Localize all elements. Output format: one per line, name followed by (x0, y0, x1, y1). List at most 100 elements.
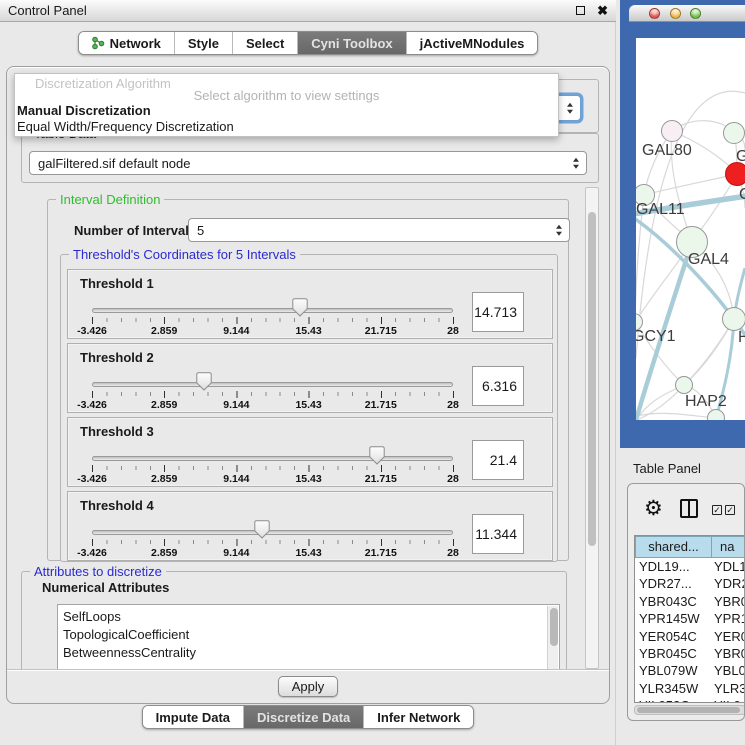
table-cell[interactable]: YDR2 (712, 575, 745, 592)
close-icon[interactable]: ✖ (597, 6, 608, 15)
threshold-slider-track[interactable] (92, 308, 453, 313)
checkbox-icon[interactable]: ✓ (712, 505, 722, 515)
tab-cyni-toolbox[interactable]: Cyni Toolbox (298, 32, 406, 54)
table-row[interactable]: YBR045CYBR0 (635, 645, 745, 662)
network-view[interactable]: GAL80G.CGAL11GAL4GCY1HHAP2 (636, 38, 745, 420)
settings-scrollbar-thumb[interactable] (588, 212, 596, 546)
tab-impute-data[interactable]: Impute Data (143, 706, 244, 728)
attribute-item-betweennesscentrality[interactable]: BetweennessCentrality (58, 644, 559, 662)
table-cell[interactable]: YER054C (635, 628, 712, 645)
table-row[interactable]: YDL19...YDL1 (635, 558, 745, 575)
node-table[interactable]: shared... na YDL19...YDL1YDR27...YDR2YBR… (634, 535, 745, 703)
table-row[interactable]: YER054CYER0 (635, 628, 745, 645)
numerical-attributes-label: Numerical Attributes (42, 580, 169, 595)
column-header[interactable]: shared... (635, 536, 712, 558)
tab-infer-network[interactable]: Infer Network (364, 706, 473, 728)
table-hscrollbar[interactable] (634, 705, 745, 715)
interval-group-title: Interval Definition (56, 192, 164, 207)
scale-tick-label: 15.43 (295, 473, 321, 485)
table-cell[interactable]: YPR1 (712, 610, 745, 627)
network-node-gal80[interactable] (661, 120, 683, 142)
table-cell[interactable]: YLR3 (712, 680, 745, 697)
network-node-g[interactable] (723, 122, 745, 144)
table-cell[interactable]: YDL1 (712, 558, 745, 575)
table-hscrollbar-thumb[interactable] (637, 707, 740, 713)
float-icon[interactable] (576, 6, 585, 15)
threshold-slider-handle[interactable] (196, 372, 212, 391)
node-label: GAL80 (642, 142, 692, 160)
scale-tick-label: -3.426 (77, 547, 107, 559)
table-cell[interactable]: YDR27... (635, 575, 712, 592)
column-header[interactable]: na (712, 536, 745, 558)
tab-discretize-data[interactable]: Discretize Data (244, 706, 364, 728)
control-panel-titlebar: Control Panel ✖ (0, 0, 616, 22)
table-row[interactable]: YBL079WYBL0 (635, 662, 745, 679)
threshold-slider-handle[interactable] (254, 520, 270, 539)
attributes-group: Attributes to discretize Numerical Attri… (21, 571, 567, 669)
table-row[interactable]: YIL052CYIL0 (635, 697, 745, 703)
apply-button[interactable]: Apply (278, 676, 338, 697)
scale-tick-label: 2.859 (151, 399, 177, 411)
dropdown-option-equal-width-frequency-discretization[interactable]: Equal Width/Frequency Discretization (17, 119, 234, 134)
table-cell[interactable]: YER0 (712, 628, 745, 645)
threshold-slider-track[interactable] (92, 456, 453, 461)
threshold-slider-handle[interactable] (292, 298, 308, 317)
table-cell[interactable]: YBR0 (712, 645, 745, 662)
checkbox-pair-icon[interactable]: ✓ ✓ (712, 505, 735, 515)
attribute-item-selfloops[interactable]: SelfLoops (58, 608, 559, 626)
table-cell[interactable]: YBL0 (712, 662, 745, 679)
network-node[interactable] (707, 409, 725, 420)
checkbox-icon[interactable]: ✓ (725, 505, 735, 515)
table-cell[interactable]: YBL079W (635, 662, 712, 679)
num-intervals-combobox[interactable]: 5 (188, 218, 570, 242)
threshold-slider-track[interactable] (92, 530, 453, 535)
table-cell[interactable]: YIL0 (712, 697, 745, 703)
tab-style[interactable]: Style (175, 32, 233, 54)
scale-tick-label: 2.859 (151, 473, 177, 485)
scale-tick-label: 21.715 (365, 325, 397, 337)
close-light[interactable] (649, 8, 660, 19)
table-cell[interactable]: YBR0 (712, 593, 745, 610)
gear-icon[interactable]: ⚙ (644, 498, 663, 519)
threshold-row: Threshold 3 -3.4262.8599.14415.4321.7152… (67, 417, 553, 487)
table-cell[interactable]: YBR043C (635, 593, 712, 610)
tab-network[interactable]: Network (79, 32, 175, 54)
dropdown-placeholder-option[interactable]: Select algorithm to view settings (15, 88, 558, 103)
threshold-value-input[interactable]: 6.316 (472, 366, 524, 406)
threshold-value-input[interactable]: 11.344 (472, 514, 524, 554)
table-cell[interactable]: YDL19... (635, 558, 712, 575)
tab-jactivemnodules[interactable]: jActiveMNodules (407, 32, 538, 54)
table-cell[interactable]: YPR145W (635, 610, 712, 627)
tab-select[interactable]: Select (233, 32, 298, 54)
table-row[interactable]: YLR345WYLR3 (635, 680, 745, 697)
network-node-hap2[interactable] (675, 376, 693, 394)
columns-icon[interactable] (680, 499, 698, 518)
table-cell[interactable]: YLR345W (635, 680, 712, 697)
minimize-light[interactable] (670, 8, 681, 19)
table-row[interactable]: YDR27...YDR2 (635, 575, 745, 592)
scale-tick-label: 9.144 (223, 399, 249, 411)
threshold-value-input[interactable]: 14.713 (472, 292, 524, 332)
table-row[interactable]: YPR145WYPR1 (635, 610, 745, 627)
slider-ruler (92, 317, 454, 325)
zoom-light[interactable] (690, 8, 701, 19)
dropdown-option-manual-discretization[interactable]: Manual Discretization (17, 103, 151, 118)
attribute-item-topologicalcoefficient[interactable]: TopologicalCoefficient (58, 626, 559, 644)
table-data-combobox[interactable]: galFiltered.sif default node (29, 151, 587, 175)
table-cell[interactable]: YIL052C (635, 697, 712, 703)
threshold-slider-handle[interactable] (369, 446, 385, 465)
table-row[interactable]: YBR043CYBR0 (635, 593, 745, 610)
table-cell[interactable]: YBR045C (635, 645, 712, 662)
settings-scrollbar[interactable] (585, 187, 599, 669)
network-node-h[interactable] (722, 307, 745, 331)
threshold-label: Threshold 3 (80, 424, 154, 439)
threshold-value-input[interactable]: 21.4 (472, 440, 524, 480)
list-scrollbar-thumb[interactable] (550, 608, 558, 646)
node-label: C (739, 186, 745, 204)
attributes-listbox[interactable]: SelfLoopsTopologicalCoefficientBetweenne… (57, 604, 560, 669)
num-intervals-value: 5 (197, 223, 204, 238)
threshold-slider-track[interactable] (92, 382, 453, 387)
list-scrollbar[interactable] (547, 606, 558, 669)
network-node-c[interactable] (725, 162, 745, 186)
attributes-group-title: Attributes to discretize (30, 564, 166, 579)
